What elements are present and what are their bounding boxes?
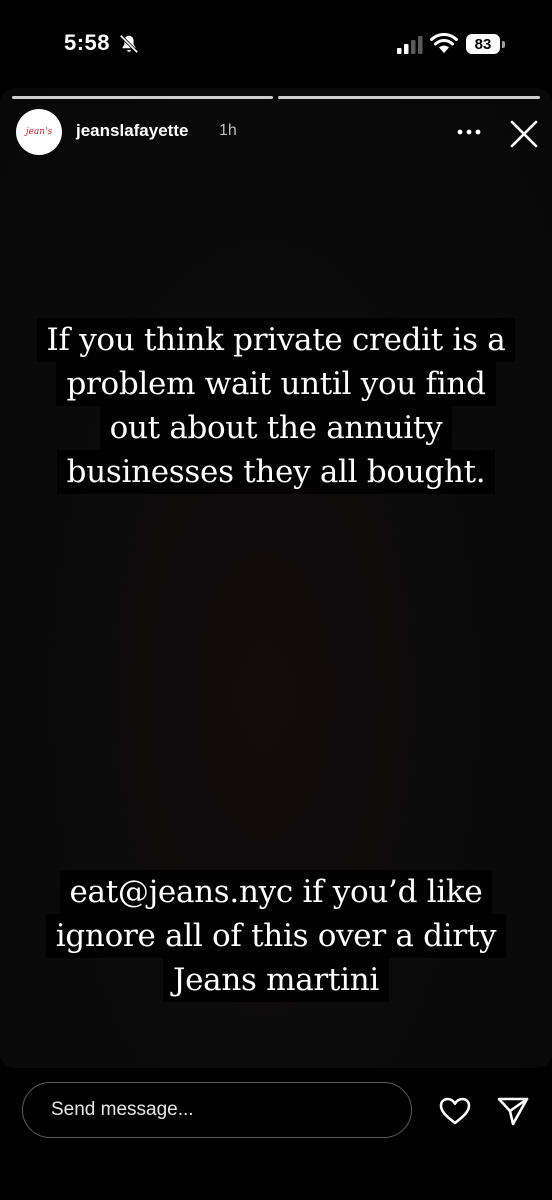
message-composer: [0, 1068, 552, 1200]
status-bar: 5:58 83: [0, 0, 552, 90]
caption-line: ignore all of this over a dirty: [45, 914, 507, 958]
close-icon[interactable]: [508, 118, 540, 150]
story-progress-segment-2: [278, 96, 540, 99]
signal-icon: [397, 36, 423, 54]
caption-line: If you think private credit is a: [36, 318, 516, 362]
bell-slash-icon: [119, 34, 139, 54]
story-username[interactable]: jeanslafayette: [76, 121, 188, 141]
caption-line: out about the annuity: [99, 406, 453, 450]
caption-line: Jeans martini: [162, 958, 390, 1002]
story-time-ago: 1h: [219, 122, 237, 139]
story-card[interactable]: jean's jeanslafayette 1h If you think pr…: [0, 88, 552, 1068]
more-options-icon[interactable]: [456, 122, 482, 142]
status-time: 5:58: [64, 30, 111, 55]
avatar-logo: jean's: [25, 127, 53, 137]
battery-level: 83: [466, 34, 500, 54]
story-caption-top: If you think private credit is a problem…: [0, 318, 552, 494]
caption-line: problem wait until you find: [56, 362, 496, 406]
battery-icon: 83: [466, 34, 508, 56]
send-icon[interactable]: [496, 1095, 530, 1127]
story-progress-segment-1: [12, 96, 273, 99]
caption-line: businesses they all bought.: [56, 450, 496, 494]
heart-icon[interactable]: [438, 1096, 472, 1126]
wifi-icon: [430, 33, 458, 53]
avatar[interactable]: jean's: [16, 109, 62, 155]
caption-line: eat@jeans.nyc if you’d like: [59, 870, 493, 914]
story-caption-bottom: eat@jeans.nyc if you’d like ignore all o…: [0, 870, 552, 1002]
battery-cap: [502, 41, 505, 48]
send-message-input[interactable]: [22, 1082, 412, 1138]
